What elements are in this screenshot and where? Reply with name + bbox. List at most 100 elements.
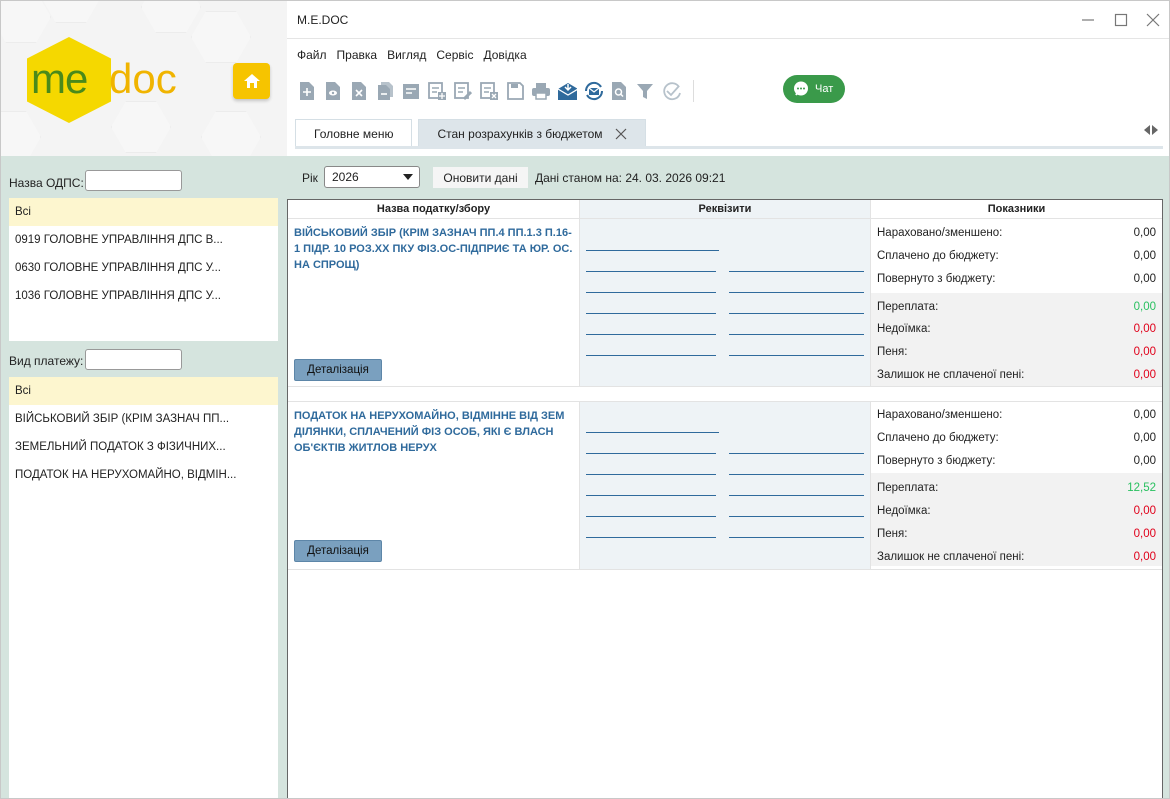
table-row: ВІЙСЬКОВИЙ ЗБІР (КРІМ ЗАЗНАЧ ПП.4 ПП.1.3… — [288, 219, 1162, 387]
print-icon[interactable] — [531, 80, 551, 102]
title-bar: M.E.DOC — [287, 1, 1169, 39]
indicator-value: 0,00 — [1133, 272, 1156, 285]
menu-bar: Файл Правка Вигляд Сервіс Довідка — [297, 48, 527, 62]
year-select[interactable]: 2026 — [324, 166, 420, 188]
indicator-label: Недоїмка: — [877, 322, 931, 335]
close-button[interactable] — [1142, 9, 1164, 31]
indicator-value: 0,00 — [1133, 249, 1156, 262]
refresh-button[interactable]: Оновити дані — [433, 167, 528, 188]
payment-label: Вид платежу: — [9, 354, 84, 368]
tax-name-cell: ВІЙСЬКОВИЙ ЗБІР (КРІМ ЗАЗНАЧ ПП.4 ПП.1.3… — [288, 219, 580, 386]
indicator-value: 0,00 — [1133, 226, 1156, 239]
menu-edit[interactable]: Правка — [337, 48, 378, 62]
data-date-text: Дані станом на: 24. 03. 2026 09:21 — [535, 171, 726, 185]
odps-list: Всі 0919 ГОЛОВНЕ УПРАВЛІННЯ ДПС В... 063… — [9, 198, 278, 341]
tab-label: Стан розрахунків з бюджетом — [437, 126, 603, 141]
menu-help[interactable]: Довідка — [483, 48, 526, 62]
menu-view[interactable]: Вигляд — [387, 48, 426, 62]
tab-underline — [295, 146, 1163, 149]
indicator-label: Сплачено до бюджету: — [877, 249, 999, 262]
logo-panel: me doc — [1, 1, 287, 156]
chat-button[interactable]: Чат — [783, 75, 845, 103]
edit-sheet-icon[interactable] — [453, 80, 473, 102]
check-icon[interactable] — [661, 80, 681, 102]
tab-scroll-arrows[interactable] — [1143, 125, 1159, 138]
search-doc-icon[interactable] — [609, 80, 629, 102]
list-item[interactable]: ПОДАТОК НА НЕРУХОМАЙНО, ВІДМІН... — [9, 461, 278, 489]
logo-doc: doc — [109, 55, 177, 102]
tab-main-menu[interactable]: Головне меню — [295, 119, 413, 147]
year-value: 2026 — [332, 170, 359, 184]
tax-grid: Назва податку/збору Реквізити Показники … — [287, 199, 1163, 798]
sync-mail-icon[interactable] — [583, 80, 603, 102]
indicators-cell: Нараховано/зменшено: 0,00 Сплачено до бюд… — [871, 219, 1162, 386]
receive-mail-icon[interactable] — [557, 80, 577, 102]
maximize-icon — [1114, 13, 1128, 27]
header-tax-name: Назва податку/збору — [288, 200, 580, 218]
indicator-label: Залишок не сплаченої пені: — [877, 368, 1025, 381]
overpayment-value: 12,52 — [1127, 481, 1156, 494]
requisites-cell — [580, 402, 871, 569]
sidebar: Назва ОДПС: Всі 0919 ГОЛОВНЕ УПРАВЛІННЯ … — [1, 156, 287, 798]
penalty-value: 0,00 — [1133, 527, 1156, 540]
menu-service[interactable]: Сервіс — [436, 48, 473, 62]
indicator-label: Сплачено до бюджету: — [877, 431, 999, 444]
minimize-icon — [1082, 19, 1094, 21]
indicator-label: Переплата: — [877, 300, 939, 313]
indicator-label: Нараховано/зменшено: — [877, 226, 1003, 239]
odps-input[interactable] — [85, 170, 182, 191]
chat-icon — [794, 81, 808, 96]
chevron-right-icon[interactable] — [1151, 125, 1159, 135]
home-button[interactable] — [233, 63, 270, 99]
indicator-label: Залишок не сплаченої пені: — [877, 550, 1025, 563]
indicator-label: Повернуто з бюджету: — [877, 272, 996, 285]
tab-label: Головне меню — [314, 126, 394, 141]
grid-header: Назва податку/збору Реквізити Показники — [288, 200, 1162, 219]
table-row: ПОДАТОК НА НЕРУХОМАЙНО, ВІДМІННЕ ВІД ЗЕМ… — [288, 401, 1162, 570]
indicator-label: Пеня: — [877, 527, 908, 540]
list-item[interactable]: ЗЕМЕЛЬНИЙ ПОДАТОК З ФІЗИЧНИХ... — [9, 433, 278, 461]
odps-label: Назва ОДПС: — [9, 176, 84, 190]
list-item[interactable]: Всі — [9, 198, 278, 226]
detail-button[interactable]: Деталізація — [294, 359, 382, 381]
delete-sheet-icon[interactable] — [479, 80, 499, 102]
copy-doc-icon[interactable] — [375, 80, 395, 102]
add-sheet-icon[interactable] — [427, 80, 447, 102]
tab-close-icon[interactable] — [615, 128, 627, 140]
header-requisites: Реквізити — [580, 200, 871, 218]
penalty-value: 0,00 — [1133, 345, 1156, 358]
payment-input[interactable] — [85, 349, 182, 370]
list-item[interactable]: Всі — [9, 377, 278, 405]
chevron-down-icon[interactable] — [400, 170, 415, 184]
menu-file[interactable]: Файл — [297, 48, 327, 62]
tab-budget-status[interactable]: Стан розрахунків з бюджетом — [418, 119, 646, 147]
tab-bar: Головне меню Стан розрахунків з бюджетом — [295, 119, 646, 147]
filter-icon[interactable] — [635, 80, 655, 102]
indicator-label: Нараховано/зменшено: — [877, 408, 1003, 421]
list-item[interactable]: 1036 ГОЛОВНЕ УПРАВЛІННЯ ДПС У... — [9, 282, 278, 310]
list-item[interactable]: 0919 ГОЛОВНЕ УПРАВЛІННЯ ДПС В... — [9, 226, 278, 254]
delete-doc-icon[interactable] — [349, 80, 369, 102]
maximize-button[interactable] — [1110, 9, 1132, 31]
add-doc-icon[interactable] — [297, 80, 317, 102]
indicator-label: Переплата: — [877, 481, 939, 494]
unpaid-penalty-value: 0,00 — [1133, 550, 1156, 563]
detail-button[interactable]: Деталізація — [294, 540, 382, 562]
toolbar-divider — [693, 80, 694, 102]
edit-doc-icon[interactable] — [401, 80, 421, 102]
view-doc-icon[interactable] — [323, 80, 343, 102]
tax-title[interactable]: ВІЙСЬКОВИЙ ЗБІР (КРІМ ЗАЗНАЧ ПП.4 ПП.1.3… — [294, 225, 573, 273]
indicator-label: Пеня: — [877, 345, 908, 358]
minimize-button[interactable] — [1077, 9, 1099, 31]
indicator-label: Повернуто з бюджету: — [877, 454, 996, 467]
arrears-value: 0,00 — [1133, 504, 1156, 517]
list-item[interactable]: 0630 ГОЛОВНЕ УПРАВЛІННЯ ДПС У... — [9, 254, 278, 282]
list-item[interactable]: ВІЙСЬКОВИЙ ЗБІР (КРІМ ЗАЗНАЧ ПП... — [9, 405, 278, 433]
tax-title[interactable]: ПОДАТОК НА НЕРУХОМАЙНО, ВІДМІННЕ ВІД ЗЕМ… — [294, 408, 573, 456]
chevron-left-icon[interactable] — [1143, 125, 1151, 135]
indicators-cell: Нараховано/зменшено: 0,00 Сплачено до бюд… — [871, 402, 1162, 569]
save-icon[interactable] — [505, 80, 525, 102]
overpayment-value: 0,00 — [1133, 300, 1156, 313]
indicator-value: 0,00 — [1133, 454, 1156, 467]
app-title: M.E.DOC — [297, 13, 349, 27]
